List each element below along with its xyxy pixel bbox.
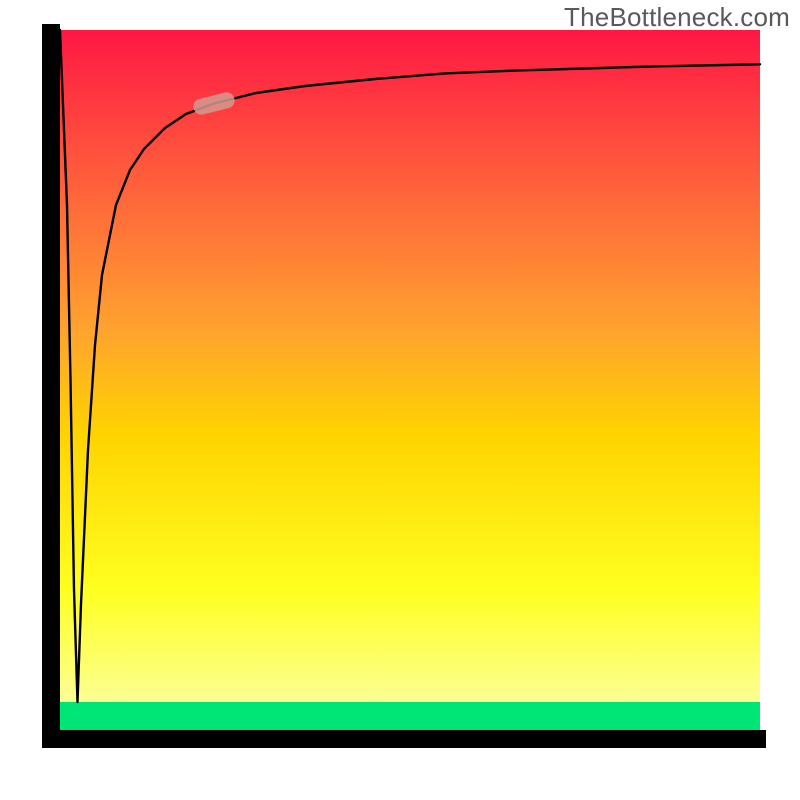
green-band — [60, 702, 760, 730]
y-axis — [42, 24, 60, 736]
plot-area — [42, 24, 766, 748]
gradient-background — [60, 30, 760, 730]
watermark-text: TheBottleneck.com — [564, 2, 790, 33]
chart-container: TheBottleneck.com — [0, 0, 800, 800]
bottleneck-chart — [0, 0, 800, 800]
x-axis — [42, 730, 766, 748]
